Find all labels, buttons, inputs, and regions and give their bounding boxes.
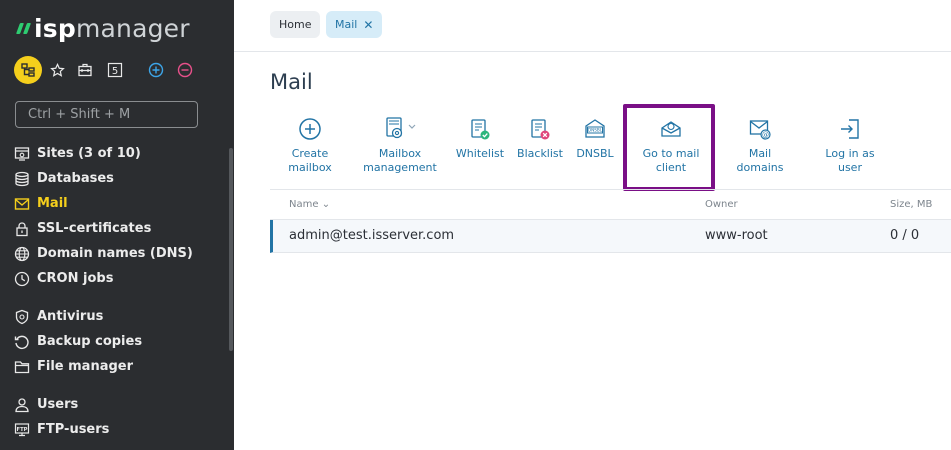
column-header-name[interactable]: Name ⌄ <box>289 199 330 210</box>
star-icon[interactable] <box>48 56 66 84</box>
svg-text:DNSBL: DNSBL <box>588 128 603 133</box>
remove-circle-icon[interactable] <box>176 56 194 84</box>
sidebar-item-label: Antivirus <box>37 309 104 324</box>
sort-chevron-icon: ⌄ <box>321 199 331 210</box>
highlight-box <box>623 104 715 191</box>
sidebar-item-ssl[interactable]: SSL-certificates <box>14 216 224 241</box>
backup-icon <box>14 334 30 350</box>
svg-text:@: @ <box>762 131 769 139</box>
column-header-owner[interactable]: Owner <box>705 199 738 210</box>
sidebar-item-label: File manager <box>37 359 134 374</box>
logo-text: ispmanager <box>34 14 190 43</box>
sidebar-item-label: Domain names (DNS) <box>37 246 193 261</box>
sidebar-item-ftp-users[interactable]: FTP FTP-users <box>14 417 224 442</box>
nav-group-tools: Antivirus Backup copies File manager <box>14 304 224 379</box>
structure-icon[interactable] <box>14 56 42 84</box>
column-header-size[interactable]: Size, MB <box>890 199 932 210</box>
whitelist-icon <box>467 116 493 142</box>
table-row[interactable]: admin@test.isserver.com www-root 0 / 0 <box>270 220 951 253</box>
whitelist-button[interactable]: Whitelist <box>456 112 504 161</box>
blacklist-icon <box>527 116 553 142</box>
mail-domains-icon: @ <box>747 116 773 142</box>
search-input[interactable] <box>15 101 198 128</box>
sidebar-item-backup[interactable]: Backup copies <box>14 329 224 354</box>
add-circle-icon <box>297 116 323 142</box>
log-in-as-user-button[interactable]: Log in as user <box>820 112 880 175</box>
mailbox-settings-icon <box>380 116 420 142</box>
sidebar: ispmanager 5 Ctrl + Shift + M Sites (3 o… <box>0 0 234 450</box>
tool-label: Blacklist <box>517 147 563 160</box>
briefcase-icon[interactable] <box>76 56 94 84</box>
dnsbl-icon: DNSBL <box>582 116 608 142</box>
notifications-counter[interactable]: 5 <box>106 56 124 84</box>
tab-label: Home <box>279 18 312 31</box>
sidebar-item-label: SSL-certificates <box>37 221 152 236</box>
cell-size: 0 / 0 <box>890 228 920 243</box>
sidebar-scrollbar[interactable] <box>229 148 233 351</box>
sidebar-item-cron[interactable]: CRON jobs <box>14 266 224 291</box>
database-icon <box>14 171 30 187</box>
sidebar-item-file-manager[interactable]: File manager <box>14 354 224 379</box>
nav-group-users: Users FTP FTP-users <box>14 392 224 442</box>
tab-bar: Home Mail ✕ <box>234 0 951 52</box>
sidebar-item-label: FTP-users <box>37 422 110 437</box>
user-icon <box>14 397 30 413</box>
login-icon <box>837 116 863 142</box>
folder-icon <box>14 359 30 375</box>
dnsbl-button[interactable]: DNSBL DNSBL <box>574 112 616 161</box>
tab-home[interactable]: Home <box>270 11 321 38</box>
quick-bar: 5 <box>14 56 214 84</box>
logo-name: manager <box>75 13 190 43</box>
nav-group-main: Sites (3 of 10) Databases Mail SSL-certi… <box>14 141 224 291</box>
sidebar-item-antivirus[interactable]: Antivirus <box>14 304 224 329</box>
tab-label: Mail <box>335 18 358 31</box>
clock-icon <box>14 271 30 287</box>
logo[interactable]: ispmanager <box>15 14 190 43</box>
mail-domains-button[interactable]: @ Mail domains <box>734 112 786 175</box>
mailbox-table: Name ⌄ Owner Size, MB admin@test.isserve… <box>270 189 951 253</box>
sidebar-item-databases[interactable]: Databases <box>14 166 224 191</box>
create-mailbox-button[interactable]: Create mailbox <box>286 112 334 175</box>
logo-prefix: isp <box>34 13 76 43</box>
sidebar-item-label: Users <box>37 397 79 412</box>
tool-label: Create mailbox <box>288 147 332 174</box>
cell-owner: www-root <box>705 228 768 243</box>
toolbar: Create mailbox Mailbox management Whitelis… <box>270 112 951 182</box>
mailbox-management-button[interactable]: Mailbox management <box>362 112 438 175</box>
svg-text:FTP: FTP <box>17 427 28 433</box>
counter-value: 5 <box>112 66 118 77</box>
sidebar-item-label: CRON jobs <box>37 271 114 286</box>
sidebar-item-users[interactable]: Users <box>14 392 224 417</box>
cell-name: admin@test.isserver.com <box>289 228 455 243</box>
sidebar-item-label: Sites (3 of 10) <box>37 146 141 161</box>
add-circle-icon[interactable] <box>147 56 165 84</box>
page-title: Mail <box>270 70 313 94</box>
tool-label: Mailbox management <box>363 147 437 174</box>
tool-label: Log in as user <box>825 147 875 174</box>
tool-label: DNSBL <box>576 147 614 160</box>
sidebar-item-label: Mail <box>37 196 68 211</box>
shield-icon <box>14 309 30 325</box>
ftp-icon: FTP <box>14 422 30 438</box>
globe-icon <box>14 246 30 262</box>
sidebar-item-label: Backup copies <box>37 334 143 349</box>
tool-label: Mail domains <box>736 147 784 174</box>
tab-mail[interactable]: Mail ✕ <box>326 11 383 38</box>
table-header: Name ⌄ Owner Size, MB <box>270 189 951 220</box>
mail-icon <box>14 196 30 212</box>
blacklist-button[interactable]: Blacklist <box>517 112 563 161</box>
sidebar-item-mail[interactable]: Mail <box>14 191 224 216</box>
logo-mark-icon <box>15 21 32 35</box>
close-icon[interactable]: ✕ <box>363 18 373 32</box>
app-window: ispmanager 5 Ctrl + Shift + M Sites (3 o… <box>0 0 951 450</box>
sidebar-item-sites[interactable]: Sites (3 of 10) <box>14 141 224 166</box>
sites-icon <box>14 146 30 162</box>
sidebar-item-dns[interactable]: Domain names (DNS) <box>14 241 224 266</box>
lock-icon <box>14 221 30 237</box>
tool-label: Whitelist <box>455 147 505 160</box>
sidebar-item-label: Databases <box>37 171 114 186</box>
